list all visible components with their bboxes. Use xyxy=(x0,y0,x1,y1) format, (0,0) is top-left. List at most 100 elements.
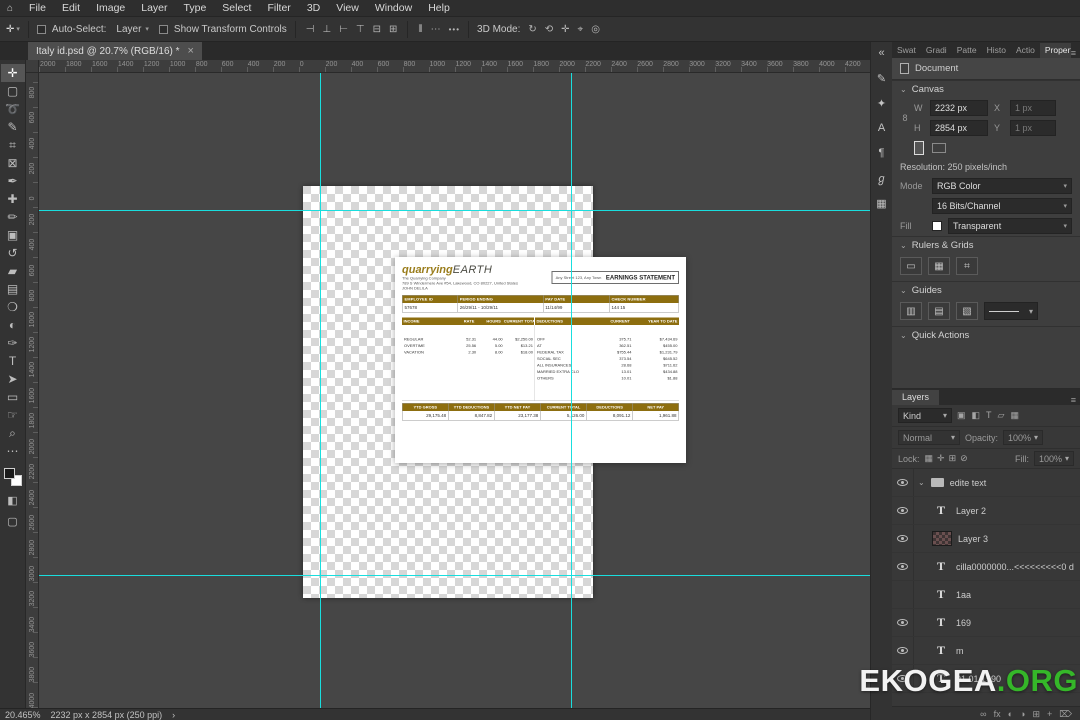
align-right-edges-icon[interactable]: ⊢ xyxy=(337,23,350,36)
auto-select-dropdown[interactable]: Layer ▾ xyxy=(112,23,153,36)
layers-panel-menu-icon[interactable]: ≡ xyxy=(1071,395,1080,405)
current-tool-icon[interactable]: ✛ ▾ xyxy=(6,24,20,35)
width-field[interactable]: 2232 px xyxy=(930,100,988,116)
history-brush-tool[interactable]: ↺ xyxy=(1,244,25,262)
fill-field[interactable]: 100% ▾ xyxy=(1034,451,1074,466)
lasso-tool[interactable]: ➰ xyxy=(1,100,25,118)
visibility-cell[interactable] xyxy=(892,525,914,552)
layer-row[interactable]: ⌄ T 1aa xyxy=(892,581,1080,609)
blend-mode-select[interactable]: Normal ▾ xyxy=(898,430,960,445)
distribute-horizontal-icon[interactable]: ⫴ xyxy=(416,23,424,36)
spot-healing-brush-tool[interactable]: ✚ xyxy=(1,190,25,208)
new-group-icon[interactable]: ⊞ xyxy=(1032,708,1040,720)
close-tab-icon[interactable]: × xyxy=(188,45,194,57)
align-horizontal-centers-icon[interactable]: ⊥ xyxy=(320,23,333,36)
type-tool[interactable]: T xyxy=(1,352,25,370)
x-field[interactable]: 1 px xyxy=(1010,100,1056,116)
bit-depth-select[interactable]: 16 Bits/Channel ▾ xyxy=(932,198,1072,214)
visibility-cell[interactable] xyxy=(892,469,914,496)
lock-position-icon[interactable]: ⊞ xyxy=(949,453,957,464)
layer-row[interactable]: ⌄ T 169 xyxy=(892,609,1080,637)
path-selection-tool[interactable]: ➤ xyxy=(1,370,25,388)
3d-roll-icon[interactable]: ⟲ xyxy=(543,23,555,36)
3d-pan-icon[interactable]: ✛ xyxy=(559,23,571,36)
layer-name[interactable]: Layer 2 xyxy=(956,506,986,516)
collapse-panels-icon[interactable]: « xyxy=(872,45,892,61)
visibility-cell[interactable] xyxy=(892,609,914,636)
move-tool[interactable]: ✛ xyxy=(1,64,25,82)
panel-menu-icon[interactable]: ≡ xyxy=(1071,48,1080,58)
layer-name[interactable]: 169 xyxy=(956,618,971,628)
pen-tool[interactable]: ✑ xyxy=(1,334,25,352)
landscape-orientation-icon[interactable] xyxy=(932,143,946,153)
clone-source-panel-icon[interactable]: ▦ xyxy=(872,195,892,211)
new-guide-layout-icon[interactable]: ▥ xyxy=(900,302,922,320)
brush-settings-panel-icon[interactable]: ✎ xyxy=(872,70,892,86)
visibility-cell[interactable] xyxy=(892,497,914,524)
link-dimensions-icon[interactable]: 8 xyxy=(900,100,910,136)
tab-properties[interactable]: Properties xyxy=(1040,43,1071,58)
align-vertical-centers-icon[interactable]: ⊟ xyxy=(371,23,383,36)
menu-item[interactable]: Filter xyxy=(259,0,298,16)
layer-filter-kind-select[interactable]: Kind ▾ xyxy=(898,408,952,423)
panel-tab[interactable]: Swat xyxy=(892,43,921,58)
filter-shape-layers-icon[interactable]: ▱ xyxy=(997,410,1006,421)
canvas-area[interactable]: quarryingEARTH The Quarrying Company789 … xyxy=(39,73,870,708)
quick-selection-tool[interactable]: ✎ xyxy=(1,118,25,136)
menu-item[interactable]: Image xyxy=(88,0,133,16)
guide-horizontal-top[interactable] xyxy=(39,210,870,211)
dodge-tool[interactable]: ◐ xyxy=(1,316,25,334)
canvas-fill-select[interactable]: Transparent ▾ xyxy=(948,218,1072,234)
blur-tool[interactable]: ❍ xyxy=(1,298,25,316)
menu-item[interactable]: Select xyxy=(214,0,259,16)
menu-item[interactable]: Window xyxy=(367,0,420,16)
brushes-panel-icon[interactable]: ✦ xyxy=(872,95,892,111)
character-panel-icon[interactable]: A xyxy=(872,120,892,136)
layer-row[interactable]: ⌄ T m xyxy=(892,637,1080,665)
layer-row[interactable]: ⌄ T Layer 2 xyxy=(892,497,1080,525)
paragraph-panel-icon[interactable]: ¶ xyxy=(872,145,892,161)
link-layers-icon[interactable]: ∞ xyxy=(980,708,986,720)
auto-select-checkbox[interactable] xyxy=(37,25,46,34)
adjustment-layer-icon[interactable]: ◑ xyxy=(1020,708,1025,720)
layer-style-icon[interactable]: fx xyxy=(994,708,1001,720)
status-chevron-icon[interactable]: › xyxy=(172,710,175,720)
filter-adjustment-layers-icon[interactable]: ◧ xyxy=(971,410,982,421)
zoom-tool[interactable]: ⌕ xyxy=(1,424,25,442)
guides-section-header[interactable]: ⌄ Guides xyxy=(892,281,1080,299)
menu-item[interactable]: Edit xyxy=(54,0,88,16)
lock-guides-icon[interactable]: ▤ xyxy=(928,302,950,320)
rectangle-tool[interactable]: ▭ xyxy=(1,388,25,406)
layer-name[interactable]: edite text xyxy=(950,478,987,488)
menu-item[interactable]: Type xyxy=(176,0,215,16)
toggle-grid-icon[interactable]: ▦ xyxy=(928,257,950,275)
menu-item[interactable]: 3D xyxy=(299,0,328,16)
new-layer-icon[interactable]: + xyxy=(1047,708,1052,720)
document-tab[interactable]: Italy id.psd @ 20.7% (RGB/16) * × xyxy=(28,42,202,60)
lock-image-pixels-icon[interactable]: ✛ xyxy=(937,453,945,464)
panel-tab[interactable]: Patte xyxy=(952,43,982,58)
canvas-section-header[interactable]: ⌄ Canvas xyxy=(892,80,1080,98)
filter-smart-objects-icon[interactable]: ▦ xyxy=(1009,410,1020,421)
show-transform-checkbox[interactable] xyxy=(159,25,168,34)
layer-name[interactable]: cilla0000000...<<<<<<<<<0 d xyxy=(956,562,1074,572)
zoom-level[interactable]: 20.465% xyxy=(5,710,41,720)
guide-line-style-select[interactable]: ▾ xyxy=(984,302,1038,320)
toggle-rulers-icon[interactable]: ▭ xyxy=(900,257,922,275)
toggle-snap-icon[interactable]: ⌗ xyxy=(956,257,978,275)
layer-row[interactable]: ⌄ T cilla0000000...<<<<<<<<<0 d xyxy=(892,553,1080,581)
lock-transparent-pixels-icon[interactable]: ▦ xyxy=(925,453,934,464)
menu-item[interactable]: File xyxy=(21,0,54,16)
height-field[interactable]: 2854 px xyxy=(930,120,988,136)
group-chevron-icon[interactable]: ⌄ xyxy=(918,478,925,487)
screen-mode-icon[interactable]: ▢ xyxy=(7,515,17,528)
visibility-cell[interactable] xyxy=(892,581,914,608)
clear-guides-icon[interactable]: ▧ xyxy=(956,302,978,320)
eraser-tool[interactable]: ▰ xyxy=(1,262,25,280)
panel-tab[interactable]: Actio xyxy=(1011,43,1040,58)
crop-tool[interactable]: ⌗ xyxy=(1,136,25,154)
more-options-icon[interactable]: ••• xyxy=(449,25,460,34)
quick-mask-icon[interactable]: ◧ xyxy=(7,494,17,507)
layer-row[interactable]: ⌄ T Layer 3 xyxy=(892,525,1080,553)
visibility-cell[interactable] xyxy=(892,553,914,580)
